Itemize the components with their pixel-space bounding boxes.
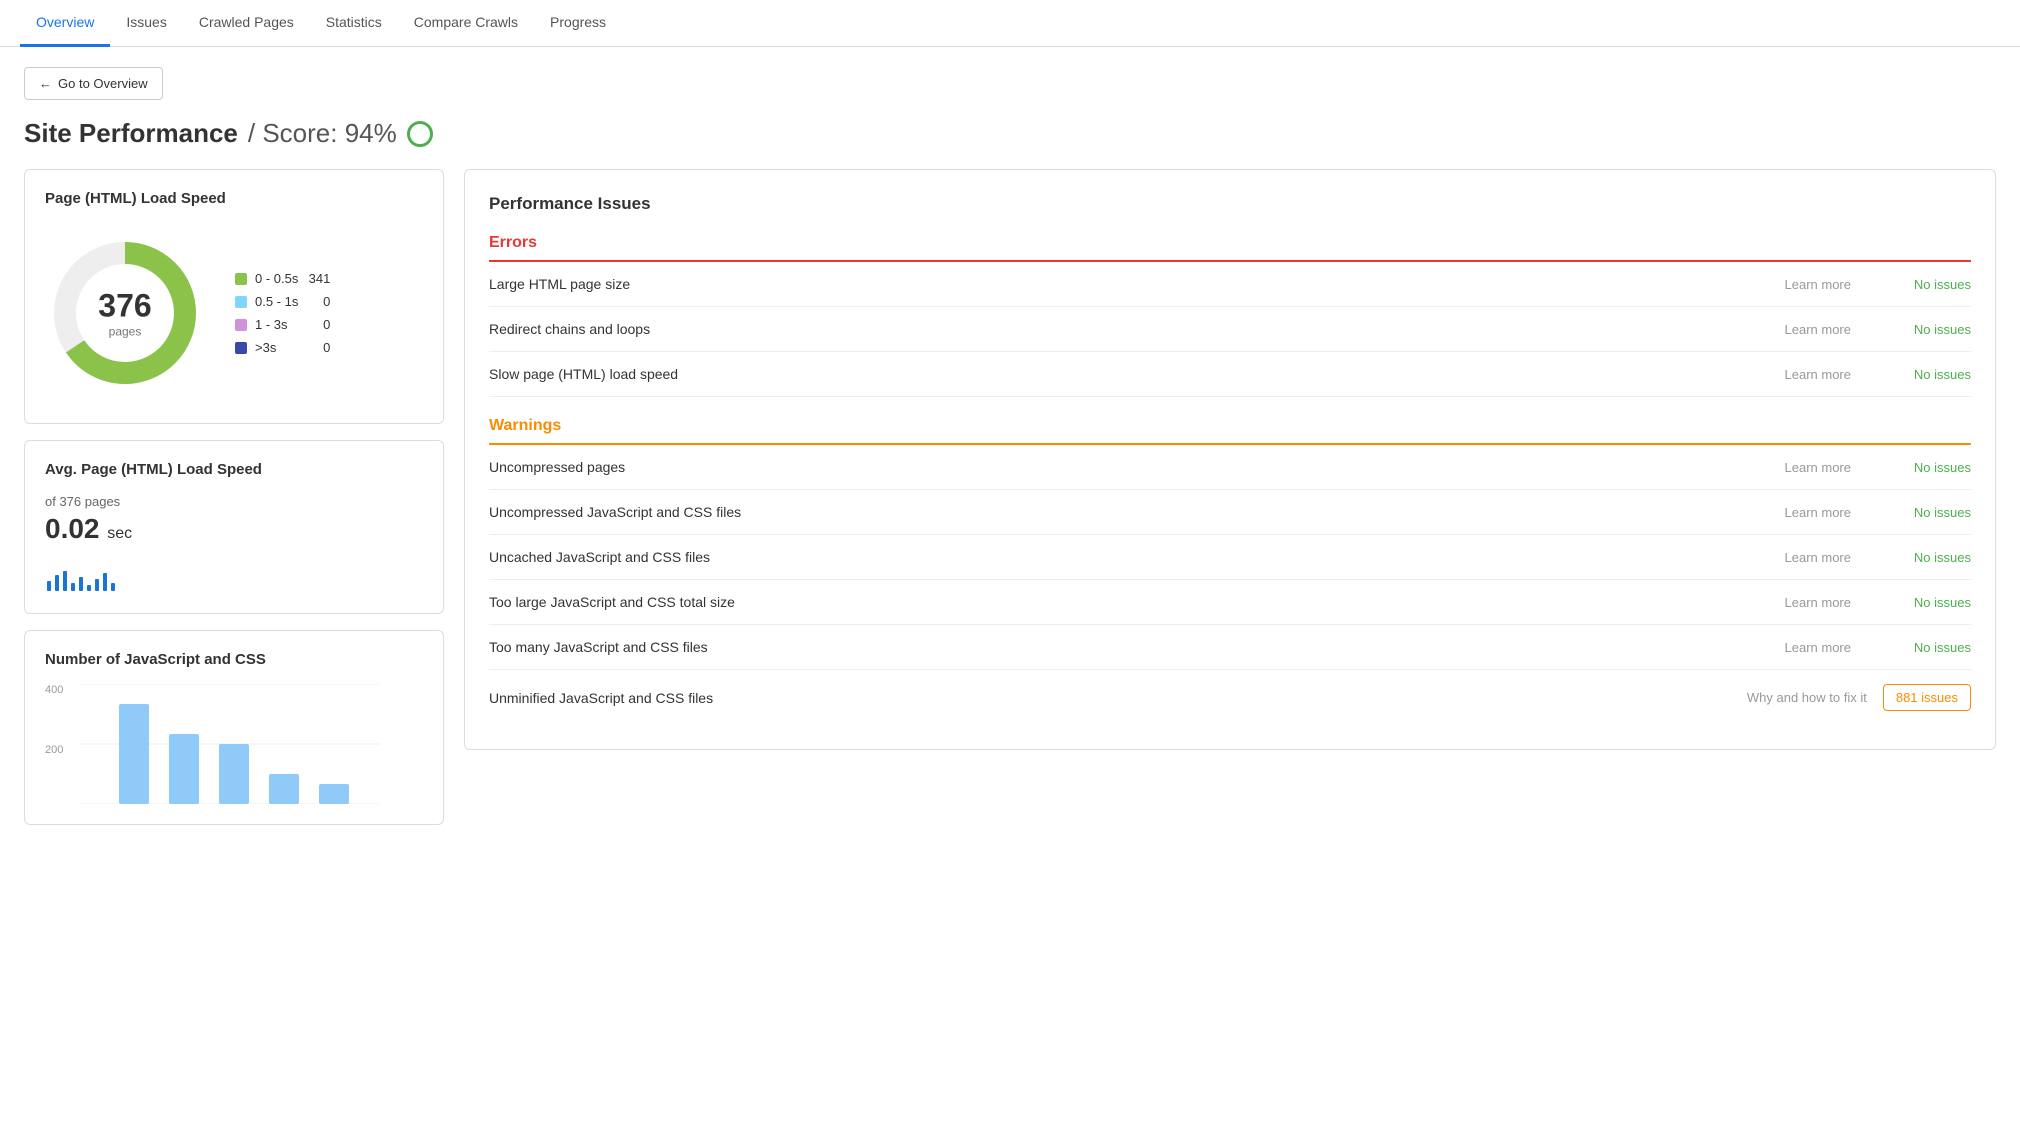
status-too-many: No issues [1891, 640, 1971, 655]
js-css-card: Number of JavaScript and CSS 400 200 [24, 630, 444, 825]
avg-speed-title: Avg. Page (HTML) Load Speed [45, 461, 423, 478]
left-column: Page (HTML) Load Speed 376 [24, 169, 444, 825]
issue-row-large-html: Large HTML page size Learn more No issue… [489, 262, 1971, 307]
perf-issues-title: Performance Issues [489, 194, 1971, 214]
learn-more-redirect[interactable]: Learn more [1785, 322, 1851, 337]
status-uncached: No issues [1891, 550, 1971, 565]
issue-name-unminified: Unminified JavaScript and CSS files [489, 690, 1747, 706]
issue-name-too-many: Too many JavaScript and CSS files [489, 639, 1785, 655]
issue-name-uncompressed-js-css: Uncompressed JavaScript and CSS files [489, 504, 1785, 520]
legend: 0 - 0.5s 341 0.5 - 1s 0 1 - 3s 0 [235, 271, 330, 355]
why-fix-unminified[interactable]: Why and how to fix it [1747, 690, 1867, 705]
issue-row-uncompressed-pages: Uncompressed pages Learn more No issues [489, 445, 1971, 490]
issue-row-large-total: Too large JavaScript and CSS total size … [489, 580, 1971, 625]
legend-dot-1 [235, 296, 247, 308]
legend-dot-3 [235, 342, 247, 354]
legend-value-3: 0 [306, 340, 330, 355]
issue-row-too-many: Too many JavaScript and CSS files Learn … [489, 625, 1971, 670]
legend-item-1: 0.5 - 1s 0 [235, 294, 330, 309]
right-column: Performance Issues Errors Large HTML pag… [464, 169, 1996, 825]
legend-label-1: 0.5 - 1s [255, 294, 298, 309]
js-css-title: Number of JavaScript and CSS [45, 651, 423, 668]
go-to-overview-button[interactable]: ← Go to Overview [24, 67, 163, 100]
content-grid: Page (HTML) Load Speed 376 [24, 169, 1996, 825]
issue-name-uncached: Uncached JavaScript and CSS files [489, 549, 1785, 565]
legend-value-2: 0 [306, 317, 330, 332]
issues-count-button-unminified[interactable]: 881 issues [1883, 684, 1971, 711]
learn-more-large-total[interactable]: Learn more [1785, 595, 1851, 610]
legend-label-0: 0 - 0.5s [255, 271, 298, 286]
performance-issues-card: Performance Issues Errors Large HTML pag… [464, 169, 1996, 750]
issue-name-large-total: Too large JavaScript and CSS total size [489, 594, 1785, 610]
js-css-bar-chart [79, 684, 379, 804]
main-content: ← Go to Overview Site Performance / Scor… [0, 47, 2020, 845]
issue-name-slow-html: Slow page (HTML) load speed [489, 366, 1785, 382]
avg-speed-subtitle: of 376 pages [45, 494, 423, 509]
learn-more-uncached[interactable]: Learn more [1785, 550, 1851, 565]
learn-more-uncompressed-pages[interactable]: Learn more [1785, 460, 1851, 475]
score-text: / Score: 94% [248, 118, 397, 149]
learn-more-slow-html[interactable]: Learn more [1785, 367, 1851, 382]
issue-row-unminified: Unminified JavaScript and CSS files Why … [489, 670, 1971, 725]
mini-speed-chart [45, 553, 423, 593]
learn-more-too-many[interactable]: Learn more [1785, 640, 1851, 655]
status-uncompressed-pages: No issues [1891, 460, 1971, 475]
status-large-html: No issues [1891, 277, 1971, 292]
issue-name-large-html: Large HTML page size [489, 276, 1785, 292]
load-speed-card: Page (HTML) Load Speed 376 [24, 169, 444, 424]
legend-item-0: 0 - 0.5s 341 [235, 271, 330, 286]
donut-center: 376 pages [98, 288, 151, 339]
donut-chart: 376 pages [45, 233, 205, 393]
js-css-chart-area: 400 200 [45, 684, 423, 804]
legend-value-0: 341 [306, 271, 330, 286]
legend-item-2: 1 - 3s 0 [235, 317, 330, 332]
issue-name-uncompressed-pages: Uncompressed pages [489, 459, 1785, 475]
tab-overview[interactable]: Overview [20, 0, 110, 47]
issue-row-uncompressed-js-css: Uncompressed JavaScript and CSS files Le… [489, 490, 1971, 535]
learn-more-large-html[interactable]: Learn more [1785, 277, 1851, 292]
top-navigation: Overview Issues Crawled Pages Statistics… [0, 0, 2020, 47]
arrow-left-icon: ← [39, 76, 52, 91]
legend-dot-2 [235, 319, 247, 331]
donut-number: 376 [98, 288, 151, 325]
status-large-total: No issues [1891, 595, 1971, 610]
issue-row-uncached: Uncached JavaScript and CSS files Learn … [489, 535, 1971, 580]
legend-value-1: 0 [306, 294, 330, 309]
y-axis: 400 200 [45, 684, 71, 804]
status-slow-html: No issues [1891, 367, 1971, 382]
legend-item-3: >3s 0 [235, 340, 330, 355]
status-uncompressed-js-css: No issues [1891, 505, 1971, 520]
donut-label: pages [98, 325, 151, 339]
avg-speed-value: 0.02 sec [45, 513, 423, 545]
learn-more-uncompressed-js-css[interactable]: Learn more [1785, 505, 1851, 520]
tab-statistics[interactable]: Statistics [310, 0, 398, 47]
avg-speed-card: Avg. Page (HTML) Load Speed of 376 pages… [24, 440, 444, 614]
tab-compare-crawls[interactable]: Compare Crawls [398, 0, 534, 47]
score-icon [407, 121, 433, 147]
donut-section: 376 pages 0 - 0.5s 341 0.5 - 1s [45, 223, 423, 403]
issue-row-redirect: Redirect chains and loops Learn more No … [489, 307, 1971, 352]
issue-name-redirect: Redirect chains and loops [489, 321, 1785, 337]
tab-crawled-pages[interactable]: Crawled Pages [183, 0, 310, 47]
load-speed-title: Page (HTML) Load Speed [45, 190, 423, 207]
title-text: Site Performance [24, 118, 238, 149]
page-title: Site Performance / Score: 94% [24, 118, 1996, 149]
legend-label-3: >3s [255, 340, 276, 355]
legend-dot-0 [235, 273, 247, 285]
warnings-section-header: Warnings [489, 417, 1971, 445]
legend-label-2: 1 - 3s [255, 317, 288, 332]
issue-row-slow-html: Slow page (HTML) load speed Learn more N… [489, 352, 1971, 397]
errors-section-header: Errors [489, 234, 1971, 262]
tab-progress[interactable]: Progress [534, 0, 622, 47]
tab-issues[interactable]: Issues [110, 0, 182, 47]
status-redirect: No issues [1891, 322, 1971, 337]
